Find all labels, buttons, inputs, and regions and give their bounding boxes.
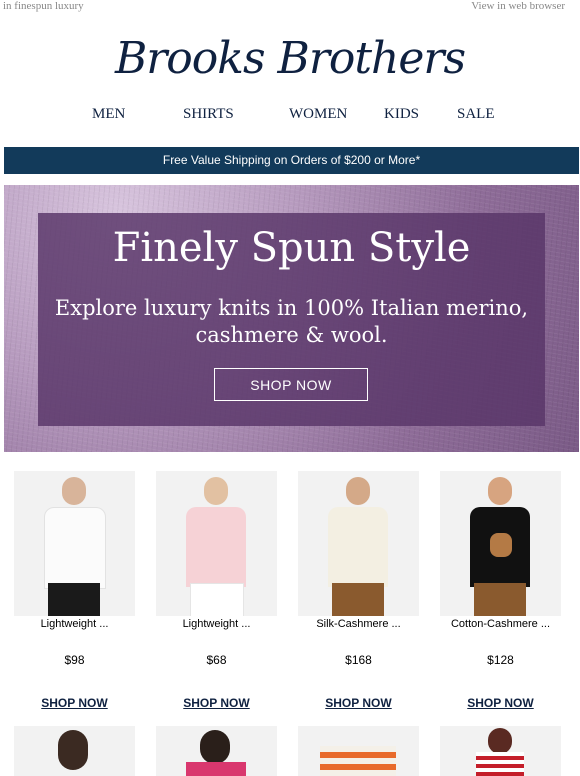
product-name[interactable]: Lightweight ... <box>14 618 135 630</box>
product-image[interactable] <box>298 471 419 616</box>
view-in-browser-link[interactable]: View in web browser <box>471 0 565 12</box>
product-price: $68 <box>206 653 227 667</box>
brand-logo[interactable]: Brooks Brothers <box>0 24 580 94</box>
brand-logo-text: Brooks Brothers <box>114 33 466 84</box>
dog-motif <box>490 533 512 557</box>
product-image[interactable] <box>440 471 561 616</box>
shipping-banner[interactable]: Free Value Shipping on Orders of $200 or… <box>4 147 579 174</box>
hero-subtitle-line-2: cashmere & wool. <box>195 323 388 347</box>
product-shop-now-link[interactable]: SHOP NOW <box>298 696 419 710</box>
product-price: $128 <box>487 653 514 667</box>
product-name[interactable]: Lightweight ... <box>156 618 277 630</box>
preheader: in finespun luxury View in web browser <box>0 0 580 14</box>
main-nav: MEN SHIRTS WOMEN KIDS SALE <box>0 106 580 126</box>
product-image[interactable] <box>14 471 135 616</box>
product-image[interactable] <box>156 471 277 616</box>
hero-banner[interactable]: Finely Spun Style Explore luxury knits i… <box>4 185 579 452</box>
product-image[interactable] <box>298 726 419 776</box>
product-shop-now-link[interactable]: SHOP NOW <box>14 696 135 710</box>
product-image[interactable] <box>440 726 561 776</box>
product-price: $98 <box>64 653 85 667</box>
hero-subtitle-line-1: Explore luxury knits in 100% Italian mer… <box>54 296 529 320</box>
product-shop-now-link[interactable]: SHOP NOW <box>440 696 561 710</box>
product-card[interactable]: Silk-Cashmere ... $168 SHOP NOW <box>298 471 419 716</box>
product-price: $168 <box>345 653 372 667</box>
hero-shop-now-button[interactable]: SHOP NOW <box>214 368 368 401</box>
product-card[interactable]: Lightweight ... $68 SHOP NOW <box>156 471 277 716</box>
shipping-banner-text: Free Value Shipping on Orders of $200 or… <box>162 153 421 167</box>
product-image[interactable] <box>14 726 135 776</box>
product-image[interactable] <box>156 726 277 776</box>
nav-item-women[interactable]: WOMEN <box>289 106 347 123</box>
product-card[interactable]: Lightweight ... $98 SHOP NOW <box>14 471 135 716</box>
product-name[interactable]: Silk-Cashmere ... <box>298 618 419 630</box>
preheader-text: in finespun luxury <box>3 0 84 12</box>
hero-subtitle: Explore luxury knits in 100% Italian mer… <box>4 295 579 349</box>
hero-title: Finely Spun Style <box>112 225 471 271</box>
product-name[interactable]: Cotton-Cashmere ... <box>440 618 561 630</box>
product-shop-now-link[interactable]: SHOP NOW <box>156 696 277 710</box>
nav-item-kids[interactable]: KIDS <box>384 106 419 123</box>
nav-item-shirts[interactable]: SHIRTS <box>183 106 234 123</box>
nav-item-men[interactable]: MEN <box>92 106 125 123</box>
product-card[interactable]: Cotton-Cashmere ... $128 SHOP NOW <box>440 471 561 716</box>
nav-item-sale[interactable]: SALE <box>457 106 495 123</box>
